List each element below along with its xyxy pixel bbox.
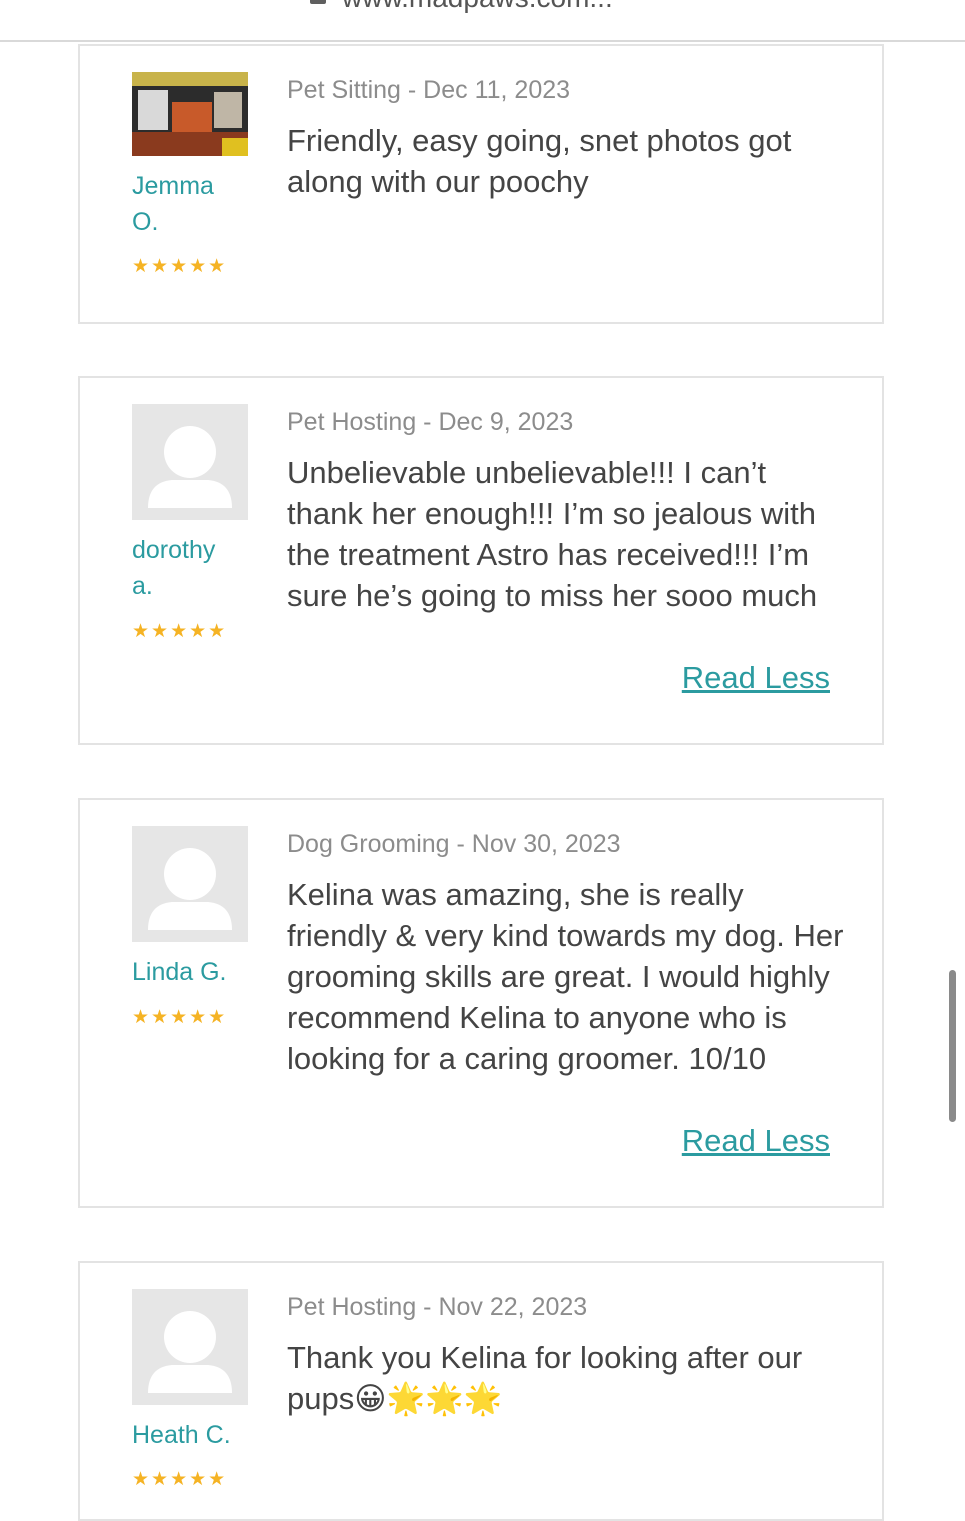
rating-stars: ★★★★★ (132, 621, 228, 642)
rating-stars: ★★★★★ (132, 1007, 228, 1028)
review-card: Jemma O. ★★★★★ Pet Sitting - Dec 11, 202… (78, 44, 884, 324)
reviewer-avatar[interactable] (132, 72, 248, 156)
rating-stars: ★★★★★ (132, 256, 228, 277)
reviewer-avatar[interactable] (132, 404, 248, 520)
review-meta: Dog Grooming - Nov 30, 2023 (287, 830, 621, 858)
reviewer-name[interactable]: Jemma O. (132, 168, 242, 240)
lock-icon (310, 0, 326, 4)
url-text[interactable]: www.madpaws.com... (342, 0, 613, 14)
review-text: Friendly, easy going, snet photos got al… (287, 123, 792, 199)
page-scrollbar[interactable] (949, 970, 956, 1122)
avatar-placeholder-icon (132, 404, 248, 520)
review-meta: Pet Hosting - Nov 22, 2023 (287, 1293, 588, 1321)
review-card: dorothy a. ★★★★★ Pet Hosting - Dec 9, 20… (78, 376, 884, 745)
review-meta: Pet Hosting - Dec 9, 2023 (287, 408, 574, 436)
rating-stars: ★★★★★ (132, 1469, 228, 1490)
reviewer-avatar[interactable] (132, 826, 248, 942)
reviewer-name[interactable]: Linda G. (132, 954, 242, 990)
reviewer-avatar[interactable] (132, 1289, 248, 1405)
review-text: Unbelievable unbelievable!!! I can’t tha… (287, 455, 818, 613)
avatar-placeholder-icon (132, 1289, 248, 1405)
avatar-photo-icon (132, 72, 248, 156)
review-meta: Pet Sitting - Dec 11, 2023 (287, 76, 571, 104)
review-text: Kelina was amazing, she is really friend… (287, 877, 844, 1076)
browser-url-bar[interactable]: www.madpaws.com... (0, 0, 965, 42)
review-card: Linda G. ★★★★★ Dog Grooming - Nov 30, 20… (78, 798, 884, 1208)
reviewer-name[interactable]: dorothy a. (132, 532, 242, 604)
reviewer-name[interactable]: Heath C. (132, 1417, 242, 1453)
avatar-placeholder-icon (132, 826, 248, 942)
review-card: Heath C. ★★★★★ Pet Hosting - Nov 22, 202… (78, 1261, 884, 1521)
read-less-link[interactable]: Read Less (682, 1123, 830, 1159)
read-less-link[interactable]: Read Less (682, 660, 830, 696)
review-text: Thank you Kelina for looking after our p… (287, 1340, 803, 1416)
